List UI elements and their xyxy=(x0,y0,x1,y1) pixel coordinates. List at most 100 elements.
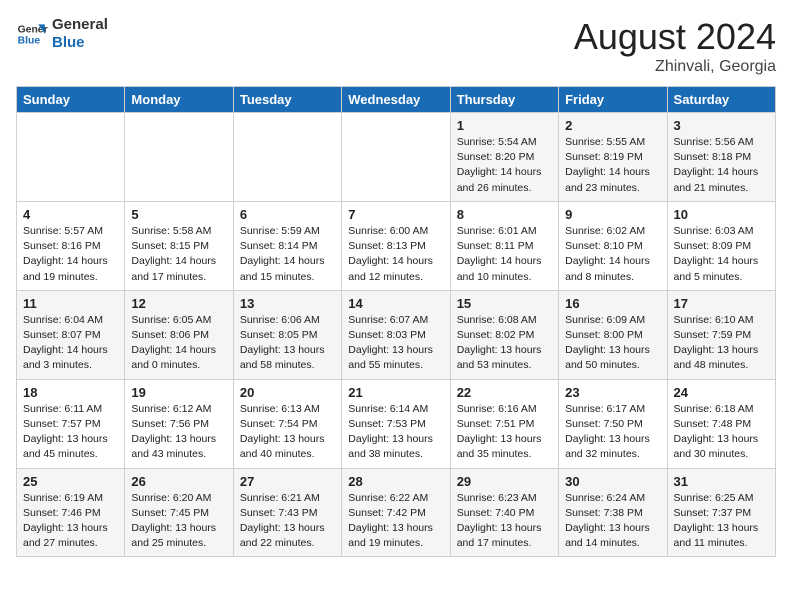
day-info: Sunrise: 6:04 AMSunset: 8:07 PMDaylight:… xyxy=(23,313,118,374)
title-area: August 2024 Zhinvali, Georgia xyxy=(574,16,776,76)
day-info: Sunrise: 6:25 AMSunset: 7:37 PMDaylight:… xyxy=(674,491,769,552)
header-day: Monday xyxy=(125,87,233,113)
logo-icon: General Blue xyxy=(16,18,48,50)
day-info: Sunrise: 6:10 AMSunset: 7:59 PMDaylight:… xyxy=(674,313,769,374)
calendar-cell: 28 Sunrise: 6:22 AMSunset: 7:42 PMDayligh… xyxy=(342,468,450,557)
calendar-cell: 19 Sunrise: 6:12 AMSunset: 7:56 PMDayligh… xyxy=(125,379,233,468)
calendar-cell: 30Sunrise: 6:24 AMSunset: 7:38 PMDayligh… xyxy=(559,468,667,557)
calendar-cell xyxy=(342,113,450,202)
day-info: Sunrise: 6:05 AMSunset: 8:06 PMDaylight:… xyxy=(131,313,226,374)
header-day: Wednesday xyxy=(342,87,450,113)
calendar-cell xyxy=(233,113,341,202)
calendar-cell: 8Sunrise: 6:01 AMSunset: 8:11 PMDaylight… xyxy=(450,201,558,290)
day-info: Sunrise: 6:23 AMSunset: 7:40 PMDaylight:… xyxy=(457,491,552,552)
calendar-cell: 17 Sunrise: 6:10 AMSunset: 7:59 PMDayligh… xyxy=(667,290,775,379)
calendar-cell: 22 Sunrise: 6:16 AMSunset: 7:51 PMDayligh… xyxy=(450,379,558,468)
day-number: 23 xyxy=(565,385,660,400)
calendar-cell: 5Sunrise: 5:58 AMSunset: 8:15 PMDaylight… xyxy=(125,201,233,290)
calendar-week: 1 Sunrise: 5:54 AMSunset: 8:20 PMDaylight… xyxy=(17,113,776,202)
logo-general: General xyxy=(52,16,108,34)
calendar-cell: 26 Sunrise: 6:20 AMSunset: 7:45 PMDayligh… xyxy=(125,468,233,557)
calendar-week: 25 Sunrise: 6:19 AMSunset: 7:46 PMDayligh… xyxy=(17,468,776,557)
calendar-cell: 27 Sunrise: 6:21 AMSunset: 7:43 PMDayligh… xyxy=(233,468,341,557)
day-info: Sunrise: 6:19 AMSunset: 7:46 PMDaylight:… xyxy=(23,491,118,552)
day-info: Sunrise: 5:56 AMSunset: 8:18 PMDaylight:… xyxy=(674,135,769,196)
calendar-table: SundayMondayTuesdayWednesdayThursdayFrid… xyxy=(16,86,776,557)
day-info: Sunrise: 5:58 AMSunset: 8:15 PMDaylight:… xyxy=(131,224,226,285)
calendar-cell: 10Sunrise: 6:03 AMSunset: 8:09 PMDayligh… xyxy=(667,201,775,290)
logo-blue: Blue xyxy=(52,34,108,52)
day-number: 10 xyxy=(674,207,769,222)
header-day: Thursday xyxy=(450,87,558,113)
month-title: August 2024 xyxy=(574,16,776,58)
day-number: 28 xyxy=(348,474,443,489)
header-day: Sunday xyxy=(17,87,125,113)
day-number: 26 xyxy=(131,474,226,489)
day-number: 2 xyxy=(565,118,660,133)
day-number: 1 xyxy=(457,118,552,133)
day-info: Sunrise: 6:01 AMSunset: 8:11 PMDaylight:… xyxy=(457,224,552,285)
calendar-cell: 16Sunrise: 6:09 AMSunset: 8:00 PMDayligh… xyxy=(559,290,667,379)
day-number: 4 xyxy=(23,207,118,222)
calendar-body: 1 Sunrise: 5:54 AMSunset: 8:20 PMDaylight… xyxy=(17,113,776,557)
day-info: Sunrise: 6:21 AMSunset: 7:43 PMDaylight:… xyxy=(240,491,335,552)
day-number: 27 xyxy=(240,474,335,489)
day-number: 12 xyxy=(131,296,226,311)
calendar-cell: 4 Sunrise: 5:57 AMSunset: 8:16 PMDaylight… xyxy=(17,201,125,290)
day-info: Sunrise: 6:17 AMSunset: 7:50 PMDaylight:… xyxy=(565,402,660,463)
day-info: Sunrise: 6:08 AMSunset: 8:02 PMDaylight:… xyxy=(457,313,552,374)
day-info: Sunrise: 6:00 AMSunset: 8:13 PMDaylight:… xyxy=(348,224,443,285)
calendar-cell: 7Sunrise: 6:00 AMSunset: 8:13 PMDaylight… xyxy=(342,201,450,290)
calendar-cell: 13 Sunrise: 6:06 AMSunset: 8:05 PMDayligh… xyxy=(233,290,341,379)
page-header: General Blue General Blue August 2024 Zh… xyxy=(16,16,776,76)
calendar-cell: 18Sunrise: 6:11 AMSunset: 7:57 PMDayligh… xyxy=(17,379,125,468)
calendar-cell: 20Sunrise: 6:13 AMSunset: 7:54 PMDayligh… xyxy=(233,379,341,468)
day-number: 22 xyxy=(457,385,552,400)
calendar-cell: 2Sunrise: 5:55 AMSunset: 8:19 PMDaylight… xyxy=(559,113,667,202)
day-number: 9 xyxy=(565,207,660,222)
day-number: 3 xyxy=(674,118,769,133)
day-info: Sunrise: 6:13 AMSunset: 7:54 PMDaylight:… xyxy=(240,402,335,463)
day-number: 31 xyxy=(674,474,769,489)
calendar-cell: 14Sunrise: 6:07 AMSunset: 8:03 PMDayligh… xyxy=(342,290,450,379)
calendar-cell: 12 Sunrise: 6:05 AMSunset: 8:06 PMDayligh… xyxy=(125,290,233,379)
calendar-week: 11Sunrise: 6:04 AMSunset: 8:07 PMDayligh… xyxy=(17,290,776,379)
calendar-cell xyxy=(17,113,125,202)
day-info: Sunrise: 6:24 AMSunset: 7:38 PMDaylight:… xyxy=(565,491,660,552)
day-info: Sunrise: 6:14 AMSunset: 7:53 PMDaylight:… xyxy=(348,402,443,463)
logo: General Blue General Blue xyxy=(16,16,108,52)
calendar-cell: 31 Sunrise: 6:25 AMSunset: 7:37 PMDayligh… xyxy=(667,468,775,557)
day-info: Sunrise: 6:12 AMSunset: 7:56 PMDaylight:… xyxy=(131,402,226,463)
header-row: SundayMondayTuesdayWednesdayThursdayFrid… xyxy=(17,87,776,113)
svg-text:Blue: Blue xyxy=(18,36,41,47)
day-number: 29 xyxy=(457,474,552,489)
calendar-header: SundayMondayTuesdayWednesdayThursdayFrid… xyxy=(17,87,776,113)
calendar-cell: 24Sunrise: 6:18 AMSunset: 7:48 PMDayligh… xyxy=(667,379,775,468)
header-day: Saturday xyxy=(667,87,775,113)
day-info: Sunrise: 5:57 AMSunset: 8:16 PMDaylight:… xyxy=(23,224,118,285)
header-day: Tuesday xyxy=(233,87,341,113)
calendar-cell xyxy=(125,113,233,202)
day-number: 6 xyxy=(240,207,335,222)
day-info: Sunrise: 6:07 AMSunset: 8:03 PMDaylight:… xyxy=(348,313,443,374)
day-number: 24 xyxy=(674,385,769,400)
location: Zhinvali, Georgia xyxy=(574,58,776,76)
day-number: 19 xyxy=(131,385,226,400)
day-number: 13 xyxy=(240,296,335,311)
day-info: Sunrise: 5:59 AMSunset: 8:14 PMDaylight:… xyxy=(240,224,335,285)
day-info: Sunrise: 6:16 AMSunset: 7:51 PMDaylight:… xyxy=(457,402,552,463)
day-info: Sunrise: 5:54 AMSunset: 8:20 PMDaylight:… xyxy=(457,135,552,196)
calendar-cell: 29 Sunrise: 6:23 AMSunset: 7:40 PMDayligh… xyxy=(450,468,558,557)
calendar-cell: 23 Sunrise: 6:17 AMSunset: 7:50 PMDayligh… xyxy=(559,379,667,468)
calendar-cell: 21Sunrise: 6:14 AMSunset: 7:53 PMDayligh… xyxy=(342,379,450,468)
calendar-week: 18Sunrise: 6:11 AMSunset: 7:57 PMDayligh… xyxy=(17,379,776,468)
day-info: Sunrise: 6:06 AMSunset: 8:05 PMDaylight:… xyxy=(240,313,335,374)
calendar-cell: 9Sunrise: 6:02 AMSunset: 8:10 PMDaylight… xyxy=(559,201,667,290)
day-info: Sunrise: 6:20 AMSunset: 7:45 PMDaylight:… xyxy=(131,491,226,552)
calendar-week: 4 Sunrise: 5:57 AMSunset: 8:16 PMDaylight… xyxy=(17,201,776,290)
calendar-cell: 15Sunrise: 6:08 AMSunset: 8:02 PMDayligh… xyxy=(450,290,558,379)
day-number: 18 xyxy=(23,385,118,400)
day-number: 17 xyxy=(674,296,769,311)
day-info: Sunrise: 6:22 AMSunset: 7:42 PMDaylight:… xyxy=(348,491,443,552)
day-number: 25 xyxy=(23,474,118,489)
